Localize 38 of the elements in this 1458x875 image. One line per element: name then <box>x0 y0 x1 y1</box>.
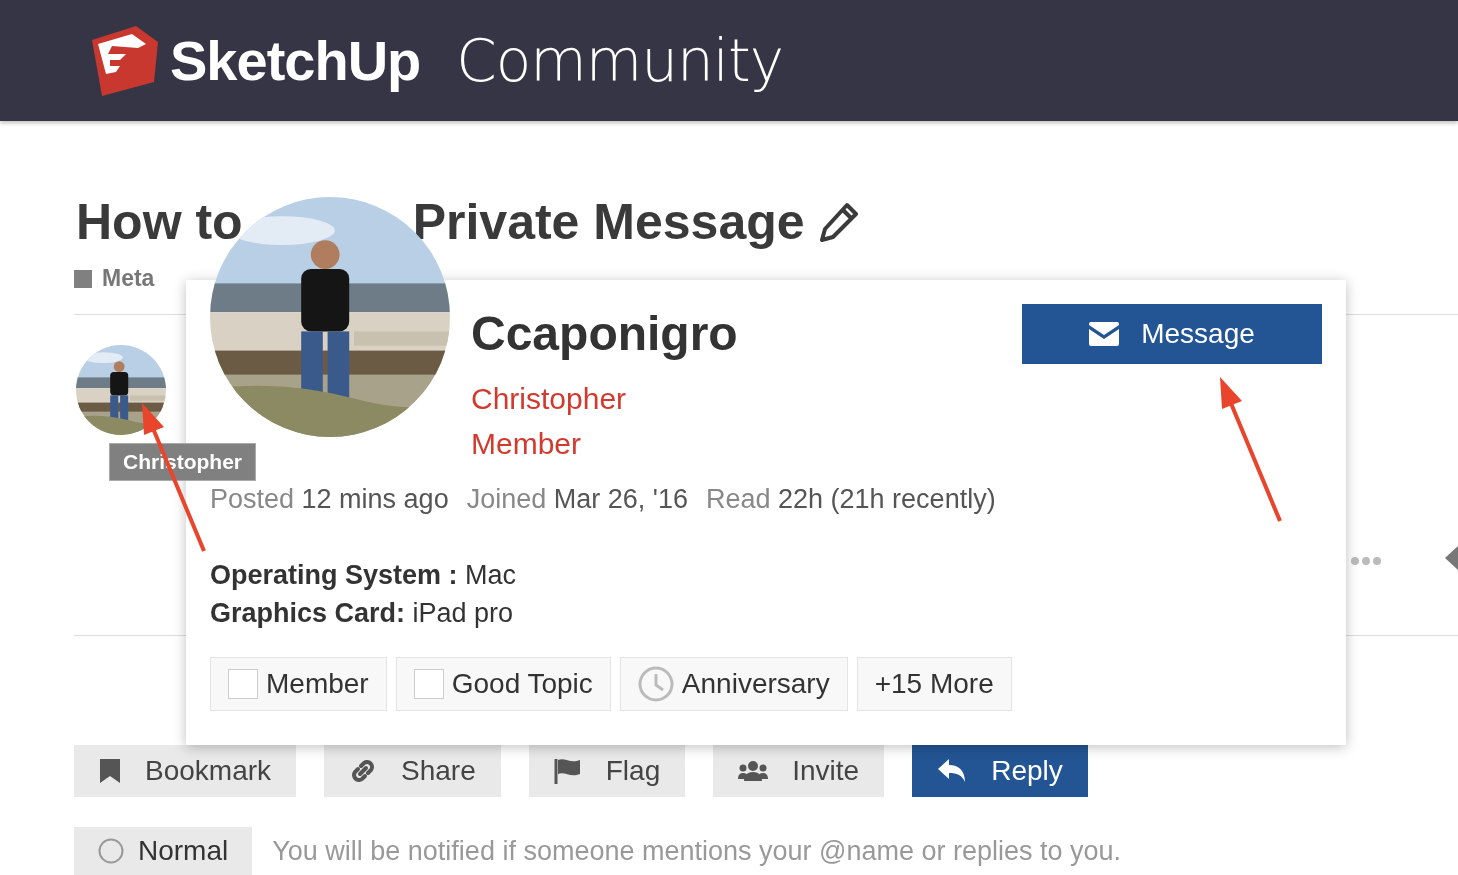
envelope-icon <box>1089 322 1120 346</box>
bookmark-button[interactable]: Bookmark <box>74 745 297 797</box>
logo-icon <box>92 25 158 96</box>
badge[interactable]: Anniversary <box>619 657 848 711</box>
badge[interactable]: +15 More <box>856 657 1012 711</box>
pencil-icon[interactable] <box>818 202 859 242</box>
user-stat: Posted 12 mins ago <box>210 484 449 515</box>
bookmark-icon <box>99 758 121 784</box>
profile-field: Operating System : Mac <box>210 556 517 594</box>
notification-level-button[interactable]: Normal <box>74 827 253 875</box>
flag-icon <box>553 758 582 784</box>
badge[interactable]: Good Topic <box>395 657 611 711</box>
circle-icon <box>98 838 124 864</box>
flag-button[interactable]: Flag <box>528 745 686 797</box>
section-name: Community <box>456 26 783 95</box>
users-icon <box>738 760 769 782</box>
user-title: Member <box>471 426 583 462</box>
category-link[interactable]: Meta <box>102 265 155 292</box>
full-name: Christopher <box>471 381 627 417</box>
topic-title: How to <box>76 193 243 251</box>
topic-title: Private Message <box>412 193 805 251</box>
category-icon <box>74 269 92 288</box>
brand-name: SketchUp <box>170 28 421 93</box>
badge[interactable]: Member <box>210 657 387 711</box>
username: Ccaponigro <box>471 306 738 361</box>
profile-field: Graphics Card: iPad pro <box>210 594 517 632</box>
reply-button[interactable]: Reply <box>912 745 1088 797</box>
message-button[interactable]: Message <box>1022 304 1322 364</box>
clock-icon <box>637 666 674 702</box>
share-button[interactable]: Share <box>324 745 501 797</box>
badge-image-icon <box>413 669 444 699</box>
user-stat: Joined Mar 26, '16 <box>466 484 688 515</box>
user-stat: Read 22h (21h recently) <box>705 484 996 515</box>
notification-description: You will be notified if someone mentions your @name or replies to you. <box>272 835 1122 867</box>
reply-icon <box>937 758 968 784</box>
collapse-icon[interactable] <box>1445 546 1458 570</box>
badge-image-icon <box>228 669 258 699</box>
invite-button[interactable]: Invite <box>713 745 885 797</box>
